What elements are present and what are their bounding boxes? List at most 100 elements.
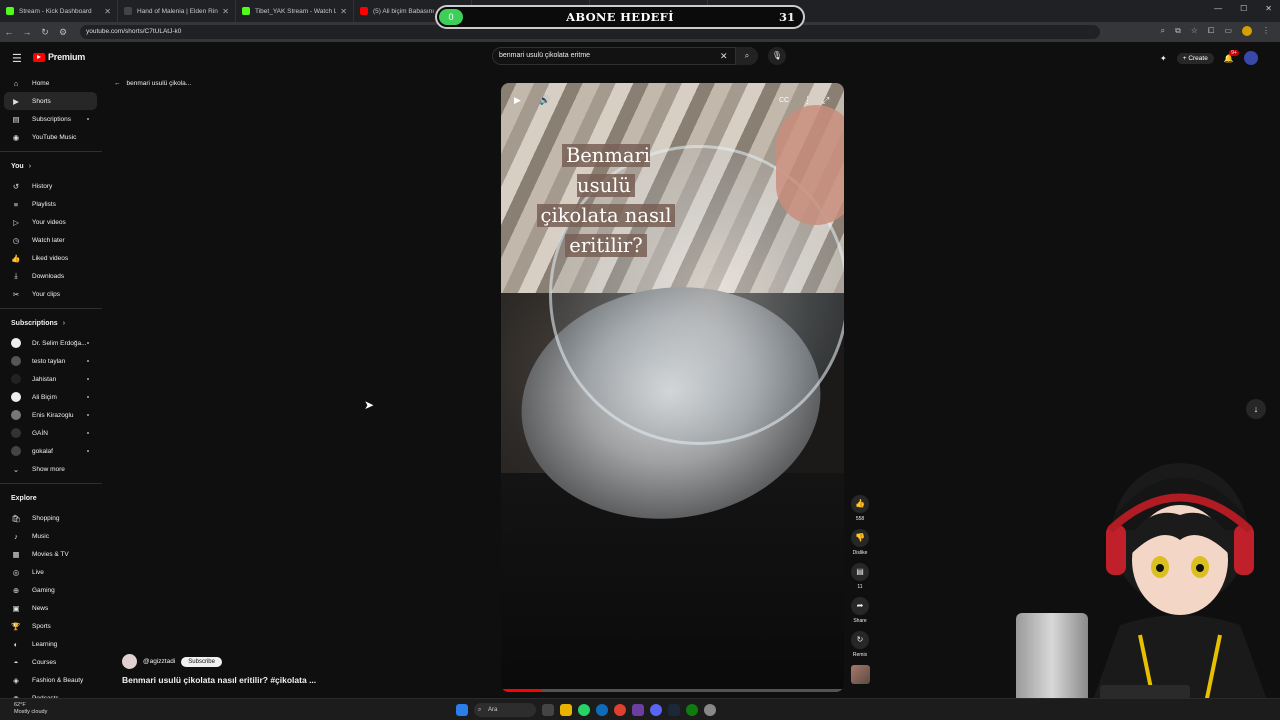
back-to-results[interactable]: ← benmari usulü çikola... bbox=[114, 80, 191, 87]
zoom-icon[interactable]: ⌕ bbox=[1161, 26, 1165, 36]
sidebar-subscription-item[interactable]: GAİN bbox=[0, 424, 104, 442]
settings-icon[interactable] bbox=[704, 704, 716, 716]
browser-tab[interactable]: Hand of Malenia | Elden Ring W ✕ bbox=[118, 0, 236, 22]
account-avatar[interactable] bbox=[1243, 51, 1258, 65]
sidebar-item-shopping[interactable]: 🛍 Shopping bbox=[0, 509, 104, 527]
youtube-logo[interactable]: Premium bbox=[33, 52, 85, 62]
sidebar-item-live[interactable]: ◎ Live bbox=[0, 563, 104, 581]
sidebar-item-news[interactable]: ▣ News bbox=[0, 599, 104, 617]
obs-icon[interactable] bbox=[632, 704, 644, 716]
sidebar-section-you[interactable]: You › bbox=[0, 155, 104, 177]
tab-close-icon[interactable]: ✕ bbox=[104, 7, 111, 16]
sidebar-section-subscriptions[interactable]: Subscriptions › bbox=[0, 312, 104, 334]
task-view-icon[interactable] bbox=[542, 704, 554, 716]
sidebar-item-sports[interactable]: 🏆 Sports bbox=[0, 617, 104, 635]
new-content-dot bbox=[87, 450, 89, 452]
ai-sparkle-icon[interactable]: ✦ bbox=[1160, 54, 1167, 63]
minimize-icon[interactable]: — bbox=[1214, 4, 1222, 13]
channel-avatar[interactable] bbox=[122, 654, 137, 669]
remix-label: Remix bbox=[852, 652, 868, 658]
file-explorer-icon[interactable] bbox=[560, 704, 572, 716]
sidebar-item-movies-tv[interactable]: ▦ Movies & TV bbox=[0, 545, 104, 563]
maximize-icon[interactable]: ☐ bbox=[1240, 4, 1247, 13]
video-progress-bar[interactable] bbox=[501, 689, 844, 692]
weather-desc: Mostly cloudy bbox=[14, 709, 48, 715]
edge-icon[interactable] bbox=[596, 704, 608, 716]
sidebar-item-subscriptions[interactable]: ▤ Subscriptions bbox=[0, 110, 104, 128]
reload-icon[interactable]: ↻ bbox=[36, 27, 54, 38]
sidebar-item-downloads[interactable]: ⤓ Downloads bbox=[0, 267, 104, 285]
sidebar-subscription-item[interactable]: Enis Kirazoglu bbox=[0, 406, 104, 424]
show-more-button[interactable]: ⌄ Show more bbox=[0, 460, 104, 478]
sidebar-item-playlists[interactable]: ≡ Playlists bbox=[0, 195, 104, 213]
sidebar-item-home[interactable]: ⌂ Home bbox=[0, 74, 104, 92]
sidebar-subscription-item[interactable]: Dr. Selim Erdoğa... bbox=[0, 334, 104, 352]
next-short-button[interactable]: ↓ bbox=[1246, 399, 1266, 419]
xbox-icon[interactable] bbox=[686, 704, 698, 716]
more-options-icon[interactable]: ⋮ bbox=[803, 95, 812, 106]
section-title: Explore bbox=[11, 494, 37, 502]
sidebar-item-history[interactable]: ↺ History bbox=[0, 177, 104, 195]
weather-widget[interactable]: 62°F Mostly cloudy bbox=[14, 702, 47, 716]
sidebar-item-shorts[interactable]: ▶ Shorts bbox=[4, 92, 97, 110]
create-button[interactable]: + Create bbox=[1176, 52, 1214, 64]
chrome-icon[interactable] bbox=[614, 704, 626, 716]
sound-thumbnail[interactable] bbox=[850, 665, 870, 684]
menu-icon[interactable]: ⋮ bbox=[1262, 26, 1270, 36]
search-input[interactable]: benmari usulü çikolata eritme bbox=[492, 47, 736, 65]
windows-start-icon[interactable] bbox=[456, 704, 468, 716]
browser-tab[interactable]: Tibet_YAK Stream - Watch Live ✕ bbox=[236, 0, 354, 22]
share-label: Share bbox=[853, 618, 867, 624]
steam-icon[interactable] bbox=[668, 704, 680, 716]
sidepanel-icon[interactable]: ▭ bbox=[1224, 26, 1232, 36]
tab-close-icon[interactable]: ✕ bbox=[340, 7, 347, 16]
sidebar-item-youtube-music[interactable]: ◉ YouTube Music bbox=[0, 128, 104, 146]
volume-icon[interactable]: 🔊 bbox=[539, 95, 550, 106]
sidebar-item-liked-videos[interactable]: 👍 Liked videos bbox=[0, 249, 104, 267]
tab-close-icon[interactable]: ✕ bbox=[222, 7, 229, 16]
channel-name[interactable]: @agizztadi bbox=[143, 658, 175, 665]
short-title[interactable]: Benmari usulü çikolata nasıl eritilir? #… bbox=[122, 675, 352, 685]
profile-avatar[interactable] bbox=[1242, 26, 1252, 36]
like-action[interactable]: 👍 558 bbox=[851, 495, 869, 522]
sidebar-subscription-item[interactable]: testo taylan bbox=[0, 352, 104, 370]
sidebar-item-fashion-beauty[interactable]: ◈ Fashion & Beauty bbox=[0, 671, 104, 689]
voice-search-button[interactable]: 🎙 bbox=[768, 47, 786, 65]
dislike-action[interactable]: 👎 Dislike bbox=[851, 529, 869, 556]
site-info-icon[interactable]: ⚙ bbox=[54, 27, 72, 38]
hamburger-menu-icon[interactable]: ☰ bbox=[12, 52, 22, 65]
extensions-icon[interactable]: ⧠ bbox=[1208, 26, 1214, 36]
sidebar-item-gaming[interactable]: ⊕ Gaming bbox=[0, 581, 104, 599]
play-icon[interactable]: ▶ bbox=[514, 95, 521, 106]
subscribe-button[interactable]: Subscribe bbox=[181, 656, 222, 667]
captions-icon[interactable]: CC bbox=[779, 97, 789, 104]
sidebar-subscription-item[interactable]: Ali Biçim bbox=[0, 388, 104, 406]
browser-tab[interactable]: Stream - Kick Dashboard ✕ bbox=[0, 0, 118, 22]
shorts-video-player[interactable]: Benmari usulü çikolata nasıl eritilir? ▶ 🔊… bbox=[501, 83, 844, 692]
discord-icon[interactable] bbox=[650, 704, 662, 716]
remix-action[interactable]: ↻ Remix bbox=[851, 631, 869, 658]
taskbar-search[interactable]: ⌕ Ara bbox=[474, 703, 536, 717]
sidebar-item-courses[interactable]: ◓ Courses bbox=[0, 653, 104, 671]
comments-action[interactable]: ▤ 11 bbox=[851, 563, 869, 590]
sidebar-item-watch-later[interactable]: ◷ Watch later bbox=[0, 231, 104, 249]
sidebar-item-your-videos[interactable]: ▷ Your videos bbox=[0, 213, 104, 231]
notifications-button[interactable]: 🔔 9+ bbox=[1224, 49, 1239, 63]
forward-icon[interactable]: → bbox=[18, 27, 36, 37]
share-action[interactable]: ➦ Share bbox=[851, 597, 869, 624]
clear-search-icon[interactable]: ✕ bbox=[720, 51, 728, 62]
logo-text: Premium bbox=[48, 52, 86, 62]
close-window-icon[interactable]: ✕ bbox=[1265, 4, 1272, 13]
sidebar-item-your-clips[interactable]: ✂ Your clips bbox=[0, 285, 104, 303]
sidebar-item-learning[interactable]: ◐ Learning bbox=[0, 635, 104, 653]
sidebar-subscription-item[interactable]: Jahistan bbox=[0, 370, 104, 388]
back-icon[interactable]: ← bbox=[0, 27, 18, 37]
cast-icon[interactable]: ⧉ bbox=[1175, 26, 1181, 36]
fullscreen-icon[interactable]: ⤢ bbox=[822, 95, 829, 106]
search-button[interactable]: ⌕ bbox=[736, 47, 758, 65]
bookmark-star-icon[interactable]: ☆ bbox=[1191, 26, 1198, 36]
new-content-dot bbox=[87, 360, 89, 362]
sidebar-subscription-item[interactable]: gokalaf bbox=[0, 442, 104, 460]
whatsapp-icon[interactable] bbox=[578, 704, 590, 716]
sidebar-item-music[interactable]: ♪ Music bbox=[0, 527, 104, 545]
